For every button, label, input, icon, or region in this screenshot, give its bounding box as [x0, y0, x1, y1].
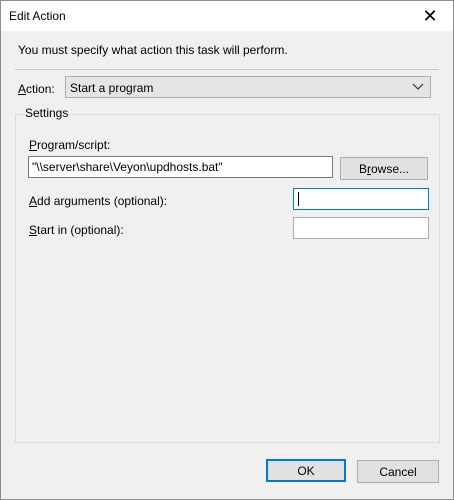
instruction-text: You must specify what action this task w…: [18, 43, 288, 57]
start-in-label: Start in (optional):: [29, 223, 124, 237]
arguments-label: Add arguments (optional):: [29, 194, 168, 208]
edit-action-dialog: Edit Action ✕ You must specify what acti…: [0, 0, 454, 500]
program-script-label: Program/script:: [29, 138, 111, 152]
action-label: Action:: [18, 82, 55, 96]
action-select[interactable]: Start a program: [65, 76, 431, 98]
arguments-input[interactable]: [293, 188, 429, 210]
chevron-down-icon: [412, 79, 424, 98]
settings-group-label: Settings: [23, 106, 71, 120]
program-script-input[interactable]: "\\server\share\Veyon\updhosts.bat": [28, 156, 333, 178]
text-cursor: [298, 192, 299, 206]
ok-button[interactable]: OK: [266, 459, 346, 482]
separator: [15, 69, 439, 70]
browse-button[interactable]: Browse...: [340, 157, 428, 180]
action-select-value: Start a program: [70, 81, 154, 95]
cancel-button[interactable]: Cancel: [357, 460, 439, 483]
start-in-input[interactable]: [293, 217, 429, 239]
title-bar: Edit Action ✕: [1, 1, 453, 31]
window-title: Edit Action: [9, 9, 66, 23]
close-icon[interactable]: ✕: [407, 1, 453, 31]
